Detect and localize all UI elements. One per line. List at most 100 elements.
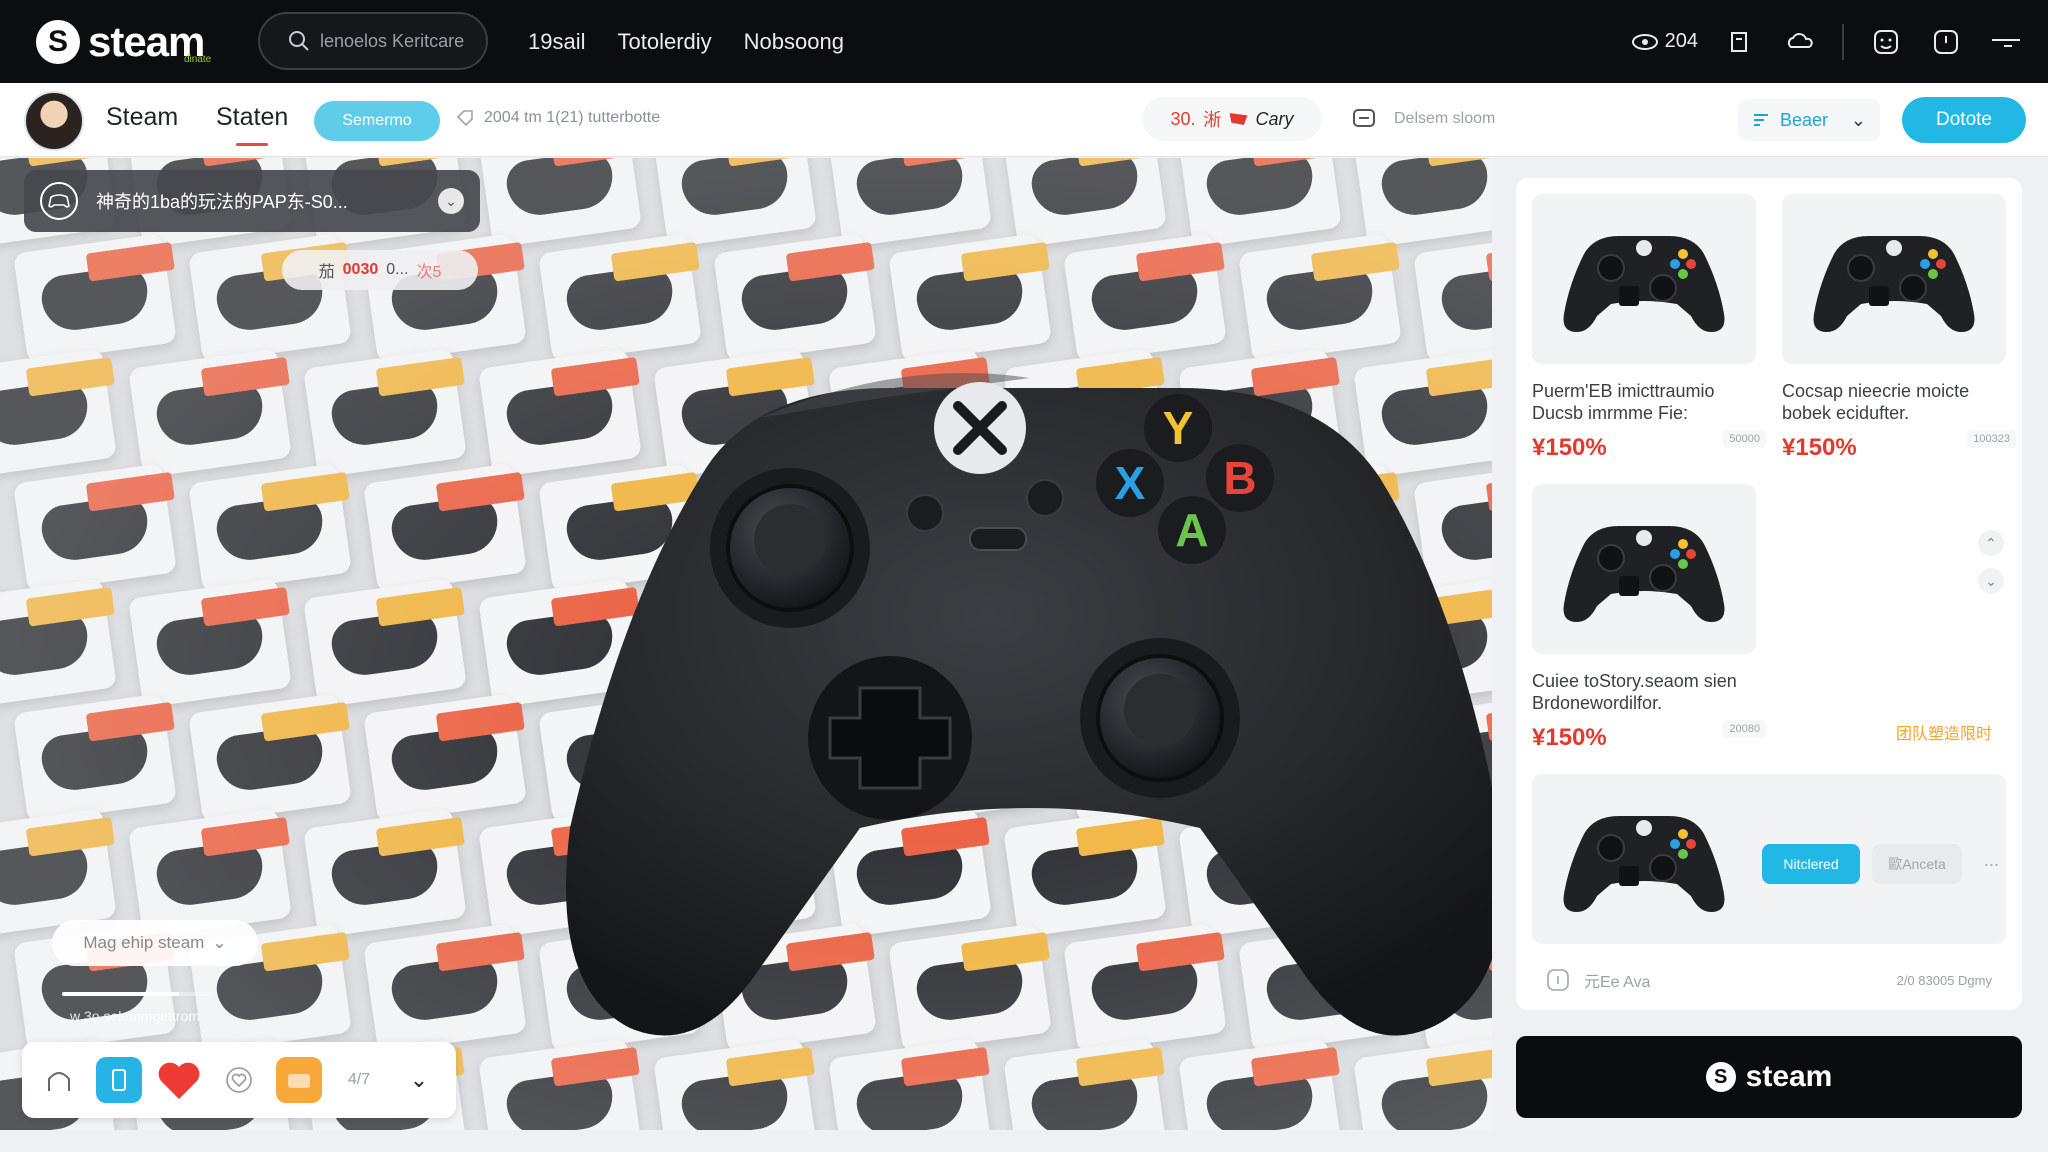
product-name: Cuiee toStory.seaom sien Brdonewordilfor… xyxy=(1532,671,1737,713)
notifications-icon[interactable] xyxy=(1868,24,1904,60)
product-name: Cocsap nieecrie moicte bobek ecidufter. xyxy=(1782,381,1970,423)
top-navigation-bar: S steam dinate lenoelos Keritcare 19sail… xyxy=(0,0,2048,83)
steam-search-placeholder: Delsem sloom xyxy=(1394,110,1496,127)
b-button-label: B xyxy=(1223,452,1256,504)
category-chip[interactable]: Semermo xyxy=(314,101,440,141)
folder-icon xyxy=(288,1074,310,1088)
secondary-button[interactable]: 歐Anceta xyxy=(1872,844,1962,884)
favorite-button[interactable] xyxy=(156,1057,202,1103)
donate-button[interactable]: Dotote xyxy=(1902,97,2026,143)
progress-hint: w 3o.selemmgettrom xyxy=(70,1008,200,1024)
progress-bar[interactable] xyxy=(62,992,212,996)
product-card[interactable]: Cocsap nieecrie moicte bobek ecidufter. … xyxy=(1782,194,2016,462)
tab-steam[interactable]: Steam xyxy=(106,103,178,132)
hero-banner: 神奇的1ba的玩法的PAP东-S0... ⌄ 茄 0030 0... 次5 Y … xyxy=(0,158,1492,1130)
tab-staten[interactable]: Staten xyxy=(216,103,288,146)
steam-button-label: steam xyxy=(1745,1060,1833,1093)
footer-left-text: 元Ee Ava xyxy=(1584,974,1651,991)
avatar[interactable] xyxy=(24,91,84,151)
steam-button[interactable]: S steam xyxy=(1516,1036,2022,1118)
countdown-timer: 茄 0030 0... 次5 xyxy=(282,250,478,290)
clock-icon[interactable] xyxy=(1928,24,1964,60)
product-tag: 100323 xyxy=(1967,430,2016,448)
cloud-icon[interactable] xyxy=(1782,24,1818,60)
timer-separator: 0... xyxy=(386,261,409,278)
action-bar: 4/7 ⌄ xyxy=(22,1042,456,1118)
price-label: Cary xyxy=(1255,108,1294,129)
chevron-down-icon: ⌄ xyxy=(212,933,227,952)
menu-icon[interactable] xyxy=(1988,24,2024,60)
more-options-button[interactable]: ... xyxy=(1984,850,1999,871)
controller-thumb-icon xyxy=(1563,526,1725,622)
info-icon xyxy=(1547,969,1569,991)
timer-icon: 茄 xyxy=(318,264,335,281)
notification-text: 神奇的1ba的玩法的PAP东-S0... xyxy=(96,192,348,212)
sort-dropdown[interactable]: Beaer ⌄ xyxy=(1738,99,1880,141)
panel-footer: 元Ee Ava 2/0 83005 Dgmy xyxy=(1546,968,1992,992)
search-placeholder: lenoelos Keritcare xyxy=(320,30,465,51)
controller-thumb-icon xyxy=(1813,236,1975,332)
price-pill[interactable]: 30. 淅 Cary xyxy=(1142,97,1322,141)
progress-fill xyxy=(62,992,179,996)
steam-mark-icon: S xyxy=(1705,1062,1736,1092)
search-input[interactable]: lenoelos Keritcare xyxy=(258,12,488,70)
product-name: Puerm'EB imicttraumio Ducsb imrmme Fie: xyxy=(1532,381,1715,423)
tag-icon xyxy=(456,110,473,127)
sort-icon xyxy=(1754,114,1768,126)
price-value: 30. xyxy=(1170,108,1196,129)
notification-toast[interactable]: 神奇的1ba的玩法的PAP东-S0... ⌄ xyxy=(24,170,480,232)
chevron-down-icon: ⌄ xyxy=(409,1067,429,1092)
nav-item-1[interactable]: 19sail xyxy=(528,29,585,55)
steam-search-input[interactable]: Delsem sloom xyxy=(1336,97,1736,141)
product-thumbnail xyxy=(1532,774,1756,944)
product-tag: 20080 xyxy=(1723,720,1766,738)
caption-text: Mag ehip steam xyxy=(83,933,205,952)
timer-value: 0030 xyxy=(342,261,379,278)
product-thumbnail xyxy=(1532,194,1756,364)
views-counter[interactable]: 204 xyxy=(1631,30,1698,53)
phone-button[interactable] xyxy=(96,1057,142,1103)
main-nav: 19sail Totolerdiy Nobsoong xyxy=(528,0,844,83)
nav-item-3[interactable]: Nobsoong xyxy=(744,29,844,55)
scroll-down-button[interactable]: ⌄ xyxy=(1978,568,2004,594)
folder-button[interactable] xyxy=(276,1057,322,1103)
library-icon[interactable] xyxy=(1722,24,1758,60)
phone-icon xyxy=(112,1069,126,1091)
notification-dropdown-icon[interactable]: ⌄ xyxy=(438,188,464,214)
steam-logo[interactable]: S steam dinate xyxy=(36,16,211,68)
home-button[interactable] xyxy=(36,1057,82,1103)
sort-label: Beaer xyxy=(1780,109,1829,130)
x-button-label: X xyxy=(1115,457,1146,509)
eye-icon xyxy=(1631,33,1658,50)
nav-item-2[interactable]: Totolerdiy xyxy=(617,29,711,55)
wishlist-button[interactable] xyxy=(216,1057,262,1103)
timer-tail: 次5 xyxy=(416,264,442,281)
product-card-featured[interactable]: Nitclered 歐Anceta ... xyxy=(1532,774,2006,944)
price-symbol: 淅 xyxy=(1203,110,1222,130)
controller-badge-icon xyxy=(40,182,78,220)
product-tag: 50000 xyxy=(1723,430,1766,448)
product-panel: Puerm'EB imicttraumio Ducsb imrmme Fie: … xyxy=(1516,178,2022,1010)
product-thumbnail xyxy=(1782,194,2006,364)
product-card[interactable]: Puerm'EB imicttraumio Ducsb imrmme Fie: … xyxy=(1532,194,1766,462)
flag-icon xyxy=(1229,113,1248,125)
controller-image: Y X B A xyxy=(566,373,1492,1036)
meta-text: 2004 tm 1(21) tutterbotte xyxy=(484,109,661,126)
page-counter: 4/7 xyxy=(347,1071,371,1088)
chat-icon xyxy=(1353,109,1375,127)
home-icon xyxy=(48,1072,70,1091)
views-count: 204 xyxy=(1664,30,1698,52)
controller-thumb-icon xyxy=(1563,816,1725,912)
scroll-up-button[interactable]: ⌃ xyxy=(1978,530,2004,556)
product-card[interactable]: Cuiee toStory.seaom sien Brdonewordilfor… xyxy=(1532,484,1766,752)
header-divider xyxy=(1842,23,1844,60)
a-button-label: A xyxy=(1175,504,1208,556)
search-icon xyxy=(289,31,309,51)
meta-info: 2004 tm 1(21) tutterbotte xyxy=(456,109,660,127)
caption-dropdown[interactable]: Mag ehip steam ⌄ xyxy=(52,920,258,966)
more-dropdown[interactable]: ⌄ xyxy=(396,1057,442,1103)
controller-thumb-icon xyxy=(1563,236,1725,332)
product-thumbnail xyxy=(1532,484,1756,654)
buy-button[interactable]: Nitclered xyxy=(1762,844,1860,884)
secondary-bar: Steam Staten Semermo 2004 tm 1(21) tutte… xyxy=(0,83,2048,157)
